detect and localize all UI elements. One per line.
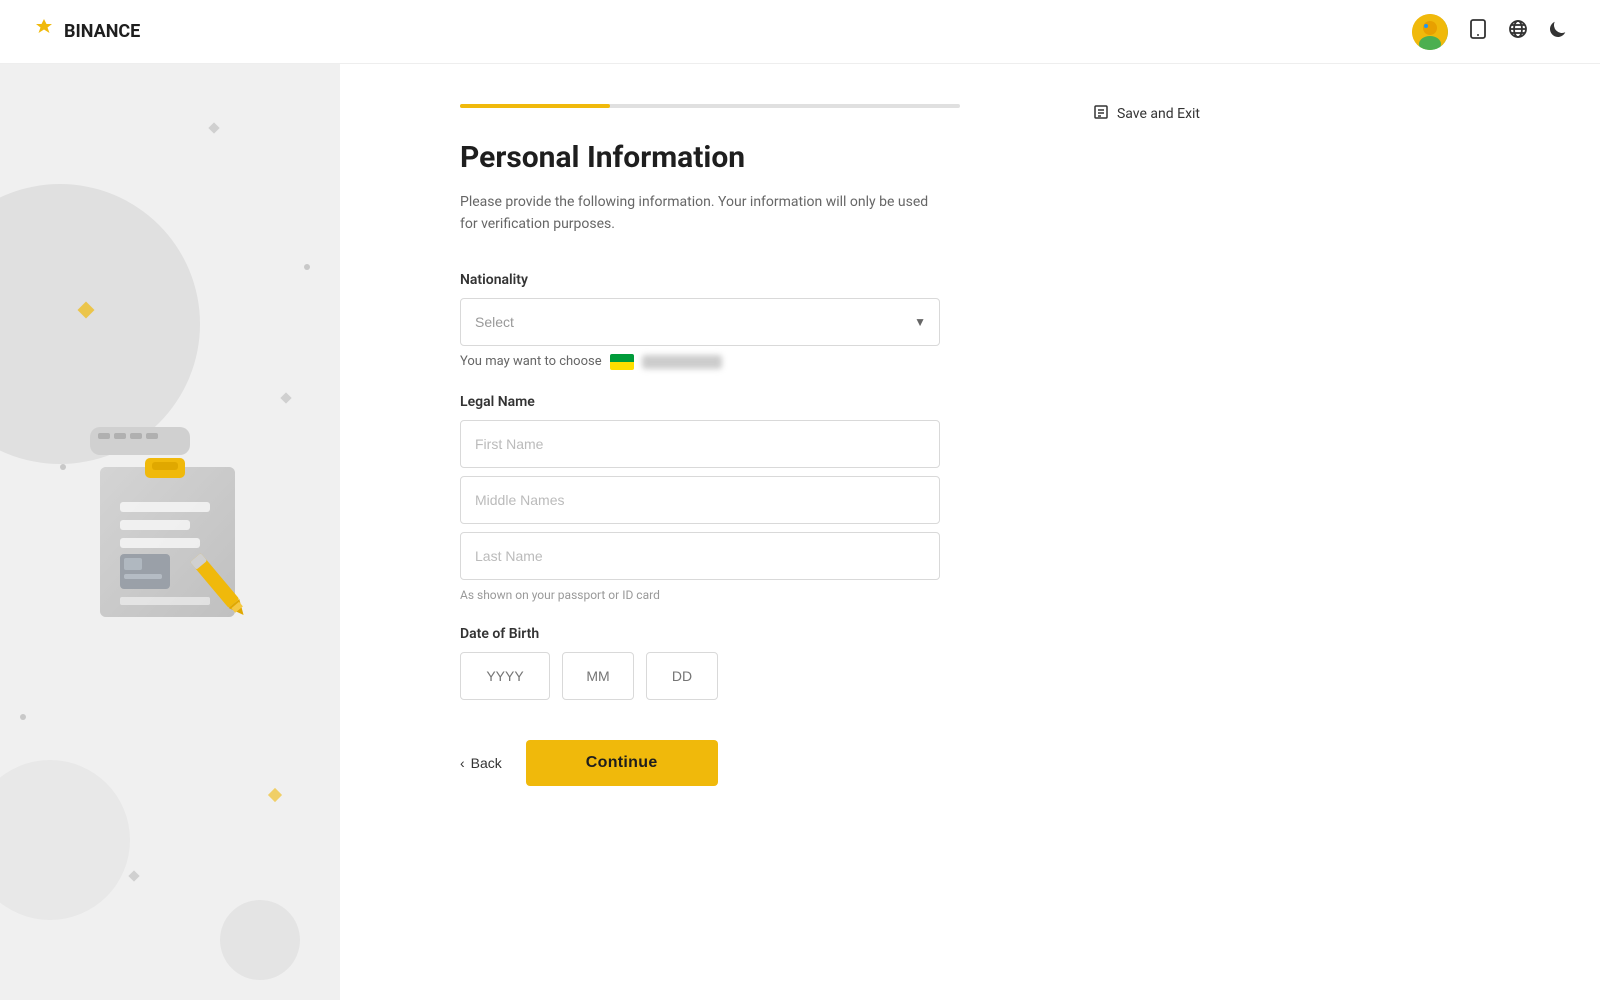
- middle-names-input[interactable]: [460, 476, 940, 524]
- sidebar-illustration: [70, 422, 270, 642]
- hint-text-label: You may want to choose: [460, 354, 602, 369]
- hint-flag: [610, 354, 634, 370]
- dob-fields: [460, 652, 1160, 700]
- button-row: ‹ Back Continue: [460, 740, 1160, 786]
- circle-bg-small: [220, 900, 300, 980]
- sidebar: [0, 64, 340, 1000]
- save-exit-button[interactable]: Save and Exit: [1093, 104, 1200, 124]
- dob-group: Date of Birth: [460, 626, 1160, 700]
- nationality-label: Nationality: [460, 272, 1160, 288]
- nationality-select[interactable]: Select United States United Kingdom Chin…: [460, 298, 940, 346]
- content-area: Save and Exit Personal Information Pleas…: [340, 64, 1600, 1000]
- progress-bar-fill: [460, 104, 610, 108]
- last-name-input[interactable]: [460, 532, 940, 580]
- dot-decoration-1: [304, 264, 310, 270]
- legal-name-note: As shown on your passport or ID card: [460, 588, 1160, 602]
- dob-month-input[interactable]: [562, 652, 634, 700]
- page-description: Please provide the following information…: [460, 191, 940, 236]
- back-icon: ‹: [460, 755, 465, 771]
- avatar[interactable]: [1412, 14, 1448, 50]
- dark-mode-icon[interactable]: [1548, 19, 1568, 44]
- circle-bg-medium: [0, 760, 130, 920]
- dot-decoration-3: [60, 464, 66, 470]
- binance-logo-icon: [32, 17, 56, 47]
- hint-blurred-text: [642, 355, 722, 369]
- back-button-label: Back: [471, 755, 502, 771]
- tablet-icon[interactable]: [1468, 19, 1488, 44]
- continue-button-label: Continue: [586, 754, 658, 771]
- logo-text: BINANCE: [64, 21, 140, 42]
- globe-icon[interactable]: [1508, 19, 1528, 44]
- dob-day-input[interactable]: [646, 652, 718, 700]
- nationality-hint: You may want to choose: [460, 354, 1160, 370]
- dob-label: Date of Birth: [460, 626, 1160, 642]
- legal-name-label: Legal Name: [460, 394, 1160, 410]
- nationality-group: Nationality Select United States United …: [460, 272, 1160, 370]
- save-exit-label: Save and Exit: [1117, 106, 1200, 122]
- header-right: [1412, 14, 1568, 50]
- continue-button[interactable]: Continue: [526, 740, 718, 786]
- header: BINANCE: [0, 0, 1600, 64]
- logo: BINANCE: [32, 17, 140, 47]
- legal-name-group: Legal Name As shown on your passport or …: [460, 394, 1160, 602]
- kyc-illustration: [70, 422, 270, 642]
- first-name-input[interactable]: [460, 420, 940, 468]
- dot-decoration-2: [20, 714, 26, 720]
- dob-year-input[interactable]: [460, 652, 550, 700]
- nationality-select-wrapper: Select United States United Kingdom Chin…: [460, 298, 940, 346]
- main-layout: Save and Exit Personal Information Pleas…: [0, 64, 1600, 1000]
- page-title: Personal Information: [460, 140, 1160, 175]
- save-exit-icon: [1093, 104, 1109, 124]
- back-button[interactable]: ‹ Back: [460, 755, 502, 771]
- content-inner: Save and Exit Personal Information Pleas…: [340, 64, 1240, 846]
- progress-bar-container: [460, 104, 960, 108]
